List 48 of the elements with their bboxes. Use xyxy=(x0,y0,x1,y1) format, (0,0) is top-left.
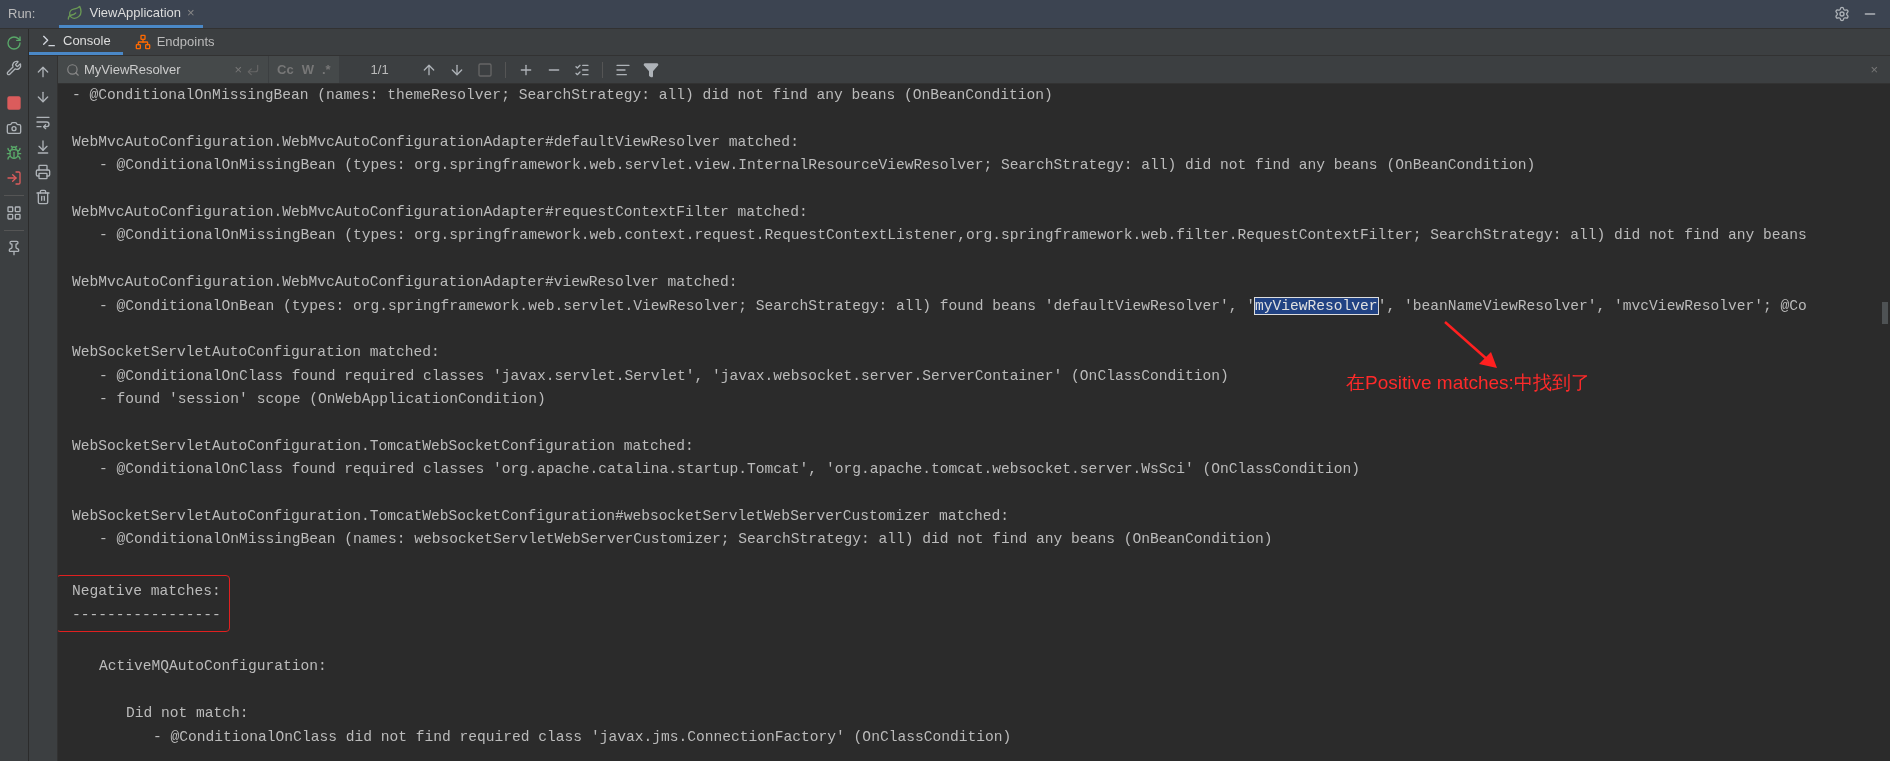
run-label: Run: xyxy=(7,5,37,24)
log-line: - @ConditionalOnClass did not find required class 'javax.jms.ConnectionFactory' (OnClassCondition) xyxy=(153,727,1012,747)
log-line: - @ConditionalOnMissingBean (names: themeResolver; SearchStrategy: all) did not find any beans (OnBeanCondition) xyxy=(72,86,1053,105)
rerun-icon[interactable] xyxy=(6,35,22,51)
search-icon xyxy=(66,62,80,77)
close-search-button[interactable]: × xyxy=(1870,59,1890,80)
camera-icon[interactable] xyxy=(6,120,22,136)
scroll-to-end-icon[interactable] xyxy=(35,139,51,155)
soft-wrap-icon[interactable] xyxy=(35,114,51,130)
log-line: WebMvcAutoConfiguration.WebMvcAutoConfigurationAdapter#requestContextFilter matched: xyxy=(72,202,808,222)
bug-icon[interactable] xyxy=(6,145,22,161)
clear-search-button[interactable]: × xyxy=(234,59,242,80)
log-line: - @ConditionalOnClass found required classes 'javax.servlet.Servlet', 'javax.websocket.server.ServerContainer' (OnClassCondition) xyxy=(99,366,1229,386)
down-arrow-icon[interactable] xyxy=(35,89,51,105)
console-tab[interactable]: Endpoints xyxy=(122,29,227,55)
log-line: - @ConditionalOnBean (types: org.springframework.web.servlet.ViewResolver; SearchStrategy: all) found beans 'defaultViewResolver', 'myViewResolver', 'beanNameViewResolver', 'mvcViewResolver'; @Co xyxy=(99,296,1807,316)
log-line: WebSocketServletAutoConfiguration.TomcatWebSocketConfiguration matched: xyxy=(72,436,694,456)
exit-icon[interactable] xyxy=(6,170,22,186)
annotation-arrow xyxy=(1443,320,1499,370)
log-line: WebMvcAutoConfiguration.WebMvcAutoConfigurationAdapter#viewResolver matched: xyxy=(72,273,738,293)
log-line: - found 'session' scope (OnWebApplicationCondition) xyxy=(99,390,546,410)
stop-icon[interactable] xyxy=(6,95,22,111)
settings-icon[interactable] xyxy=(1834,6,1850,22)
log-line: WebMvcAutoConfiguration.WebMvcAutoConfigurationAdapter#defaultViewResolver matched: xyxy=(72,132,799,152)
regex-toggle[interactable]: .* xyxy=(321,59,331,80)
endpoints-icon xyxy=(134,34,151,50)
close-tab-button[interactable]: × xyxy=(187,2,195,23)
log-line: - @ConditionalOnMissingBean (types: org.springframework.web.context.request.RequestContextListener,org.springframework.web.filter.RequestContextFilter; SearchStrategy: all) did not find any beans xyxy=(99,226,1807,246)
log-line: Did not match: xyxy=(126,704,249,724)
log-line: Negative matches: xyxy=(72,582,221,602)
log-line: WebSocketServletAutoConfiguration matched: xyxy=(72,343,440,363)
match-count: 1/1 xyxy=(370,60,389,79)
log-line: WebSocketServletAutoConfiguration.TomcatWebSocketConfiguration#websocketServletWebServerCustomizer matched: xyxy=(72,507,1010,527)
log-line: ActiveMQAutoConfiguration: xyxy=(99,657,327,677)
trash-icon[interactable] xyxy=(35,189,51,205)
log-line: - @ConditionalOnClass found required classes 'org.apache.catalina.startup.Tomcat', 'org.apache.tomcat.websocket.server.WsSci' (OnClassCondition) xyxy=(99,460,1361,480)
pin-icon[interactable] xyxy=(6,240,22,256)
log-line: - @ConditionalOnMissingBean (types: org.springframework.web.servlet.view.InternalResourceViewResolver; SearchStrategy: all) did not find any beans (OnBeanCondition) xyxy=(99,156,1536,176)
log-line: ----------------- xyxy=(72,605,221,625)
annotation-note: 在Positive matches:中找到了 xyxy=(1346,371,1590,395)
spring-leaf-icon xyxy=(67,4,84,21)
layout-icon[interactable] xyxy=(6,205,22,221)
filter-icon[interactable] xyxy=(642,61,659,78)
scrollbar-thumb[interactable] xyxy=(1882,302,1888,324)
printer-icon[interactable] xyxy=(35,164,51,180)
search-field[interactable]: MyViewResolver × xyxy=(58,56,268,83)
log-line: - @ConditionalOnMissingBean (names: websocketServletWebServerCustomizer; SearchStrategy: all) did not find any beans (OnBeanCondition) xyxy=(99,530,1273,550)
wrench-icon[interactable] xyxy=(6,60,22,76)
